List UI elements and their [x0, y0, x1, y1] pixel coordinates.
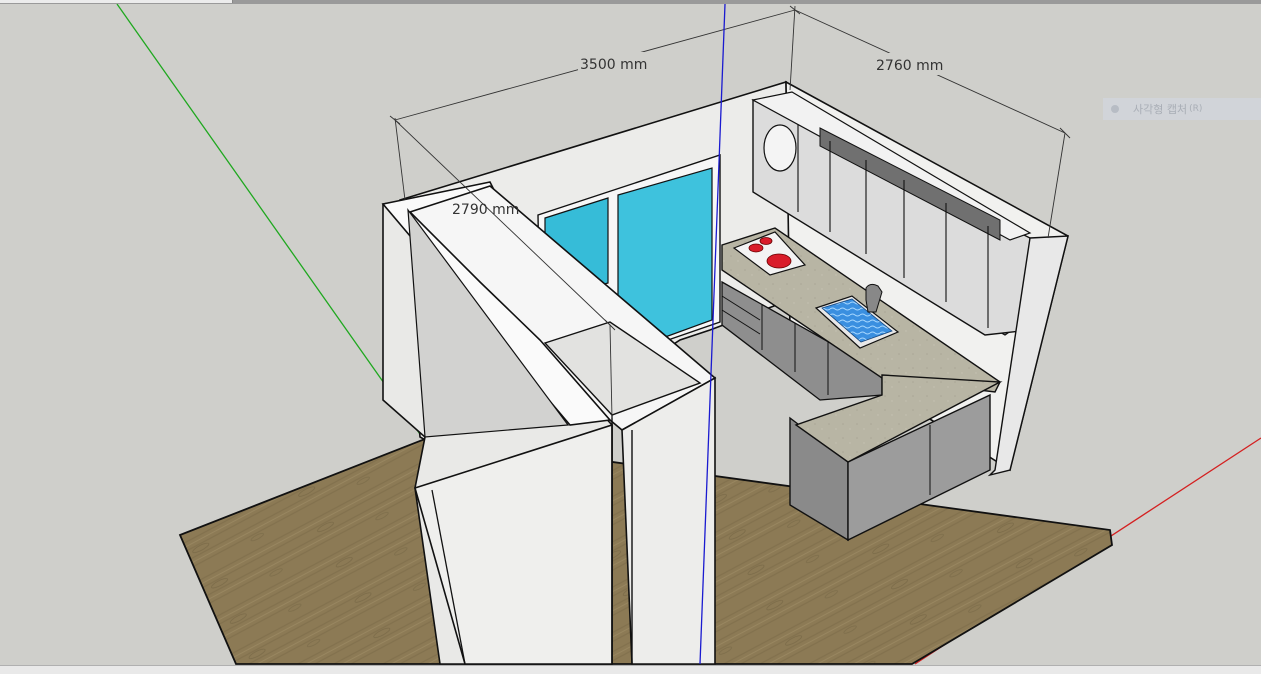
rectangle-capture-tooltip: 사각형 캡처 (R)	[1103, 98, 1261, 120]
capture-shortcut: (R)	[1189, 104, 1203, 114]
dimension-width-label: 3500 mm	[580, 57, 647, 73]
burner-large	[766, 253, 792, 269]
burner-small-2	[759, 237, 773, 245]
top-tab[interactable]	[0, 0, 233, 3]
kitchen-model-scene[interactable]: 3500 mm 2760 mm 2790 mm	[0, 0, 1261, 674]
burner-small-1	[748, 243, 764, 253]
capture-dot-icon	[1111, 105, 1119, 113]
3d-viewport[interactable]: 3500 mm 2760 mm 2790 mm 사각형 캡처 (R)	[0, 0, 1261, 674]
dimension-height-label: 2790 mm	[452, 202, 519, 218]
status-bar	[0, 665, 1261, 674]
axis-green-line	[116, 3, 423, 438]
dimension-depth-label: 2760 mm	[876, 58, 943, 74]
wall-clock	[763, 124, 797, 172]
capture-label: 사각형 캡처	[1133, 103, 1188, 116]
